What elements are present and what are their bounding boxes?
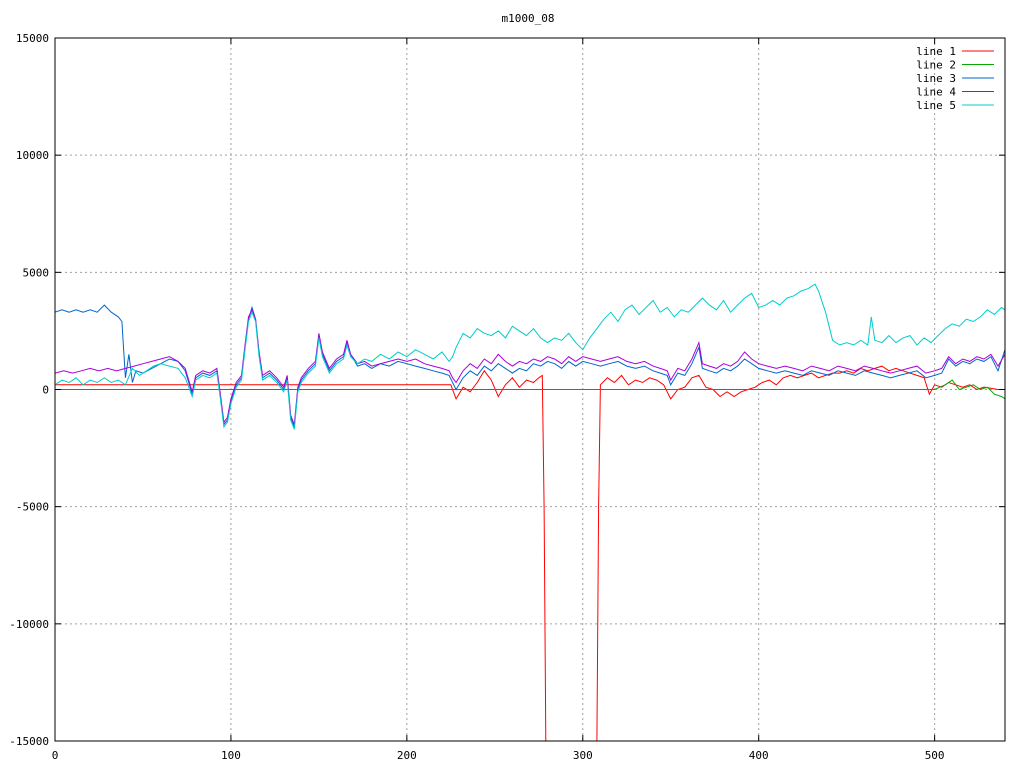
chart-canvas: m1000_08 0 100 200 300 400 500 -15000 -10000 -50… — [9, 12, 1006, 762]
series-line-1 — [55, 365, 1005, 741]
x-tick-label: 400 — [749, 749, 769, 762]
x-tick-label: 100 — [221, 749, 241, 762]
legend-label: line 2 — [916, 59, 956, 72]
chart-title: m1000_08 — [502, 12, 555, 25]
x-tick-label: 200 — [397, 749, 417, 762]
axis-ticks: 0 100 200 300 400 500 -15000 -10000 -5000 0 5000 10… — [9, 32, 1005, 762]
x-tick-label: 0 — [52, 749, 59, 762]
y-tick-label: 15000 — [16, 32, 49, 45]
y-tick-label: -10000 — [9, 618, 49, 631]
x-tick-label: 300 — [573, 749, 593, 762]
legend-label: line 3 — [916, 72, 956, 85]
series-lines — [55, 283, 1005, 741]
series-line-2 — [55, 379, 1005, 400]
x-tick-label: 500 — [925, 749, 945, 762]
legend: line 1line 2line 3line 4line 5 — [916, 45, 994, 112]
series-line-3 — [55, 304, 1005, 428]
y-tick-label: 5000 — [23, 266, 50, 279]
y-tick-label: 10000 — [16, 149, 49, 162]
y-tick-label: -15000 — [9, 735, 49, 748]
series-line-5 — [55, 283, 1005, 430]
y-tick-label: -5000 — [16, 501, 49, 514]
line-chart: m1000_08 0 100 200 300 400 500 -15000 -10000 -50… — [0, 0, 1024, 768]
legend-label: line 1 — [916, 45, 956, 58]
y-tick-label: 0 — [42, 384, 49, 397]
legend-label: line 4 — [916, 86, 956, 99]
legend-label: line 5 — [916, 99, 956, 112]
